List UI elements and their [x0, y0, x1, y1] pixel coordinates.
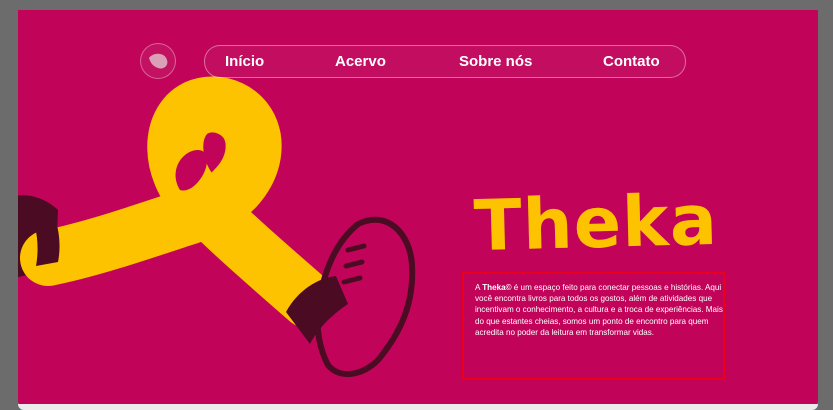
main-nav: Início Acervo Sobre nós Contato — [204, 45, 686, 78]
nav-item-inicio[interactable]: Início — [225, 53, 264, 70]
leaf-logo-icon — [149, 53, 168, 69]
hero-description: A Theka© é um espaço feito para conectar… — [475, 282, 725, 338]
description-brand: Theka© — [482, 283, 512, 292]
hero-section: Início Acervo Sobre nós Contato Theka A … — [18, 10, 818, 408]
logo-button[interactable] — [140, 43, 176, 79]
brand-title: Theka — [472, 178, 719, 268]
nav-item-acervo[interactable]: Acervo — [335, 53, 386, 70]
bottom-strip — [18, 404, 818, 410]
description-text: é um espaço feito para conectar pessoas … — [475, 283, 723, 337]
nav-item-sobre-nos[interactable]: Sobre nós — [459, 53, 532, 70]
nav-item-contato[interactable]: Contato — [603, 53, 660, 70]
